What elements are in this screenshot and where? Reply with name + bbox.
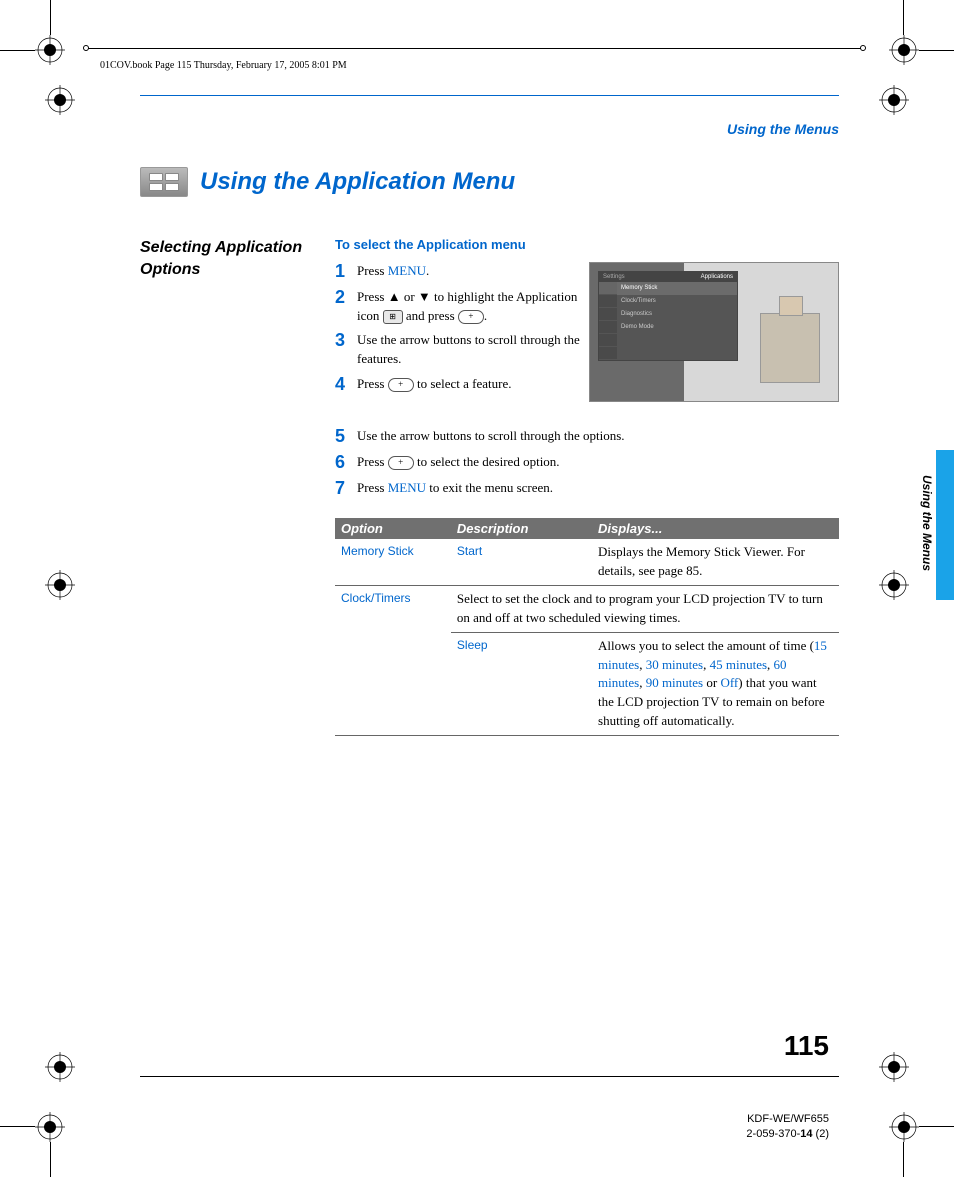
menu-item: Diagnostics: [617, 308, 737, 321]
steps-list: 1 Press MENU. 2Press ▲ or ▼ to highlight t…: [335, 262, 581, 402]
registration-mark-icon: [879, 1052, 909, 1082]
registration-mark-icon: [889, 35, 919, 65]
step-number: 4: [335, 375, 349, 395]
crop-mark: [0, 1126, 35, 1127]
step-text: Press MENU to exit the menu screen.: [357, 479, 839, 499]
background-building: [760, 313, 820, 383]
menu-items: Memory StickClock/TimersDiagnosticsDemo …: [617, 282, 737, 360]
option-cell: Memory Stick: [335, 539, 451, 585]
description-cell: Select to set the clock and to program y…: [451, 586, 839, 633]
menu-item: Demo Mode: [617, 321, 737, 334]
step-text: Press to select the desired option.: [357, 453, 839, 473]
select-button-icon: [388, 456, 414, 470]
step: 1 Press MENU.: [335, 262, 581, 282]
crop-mark: [50, 1142, 51, 1177]
registration-mark-icon: [45, 1052, 75, 1082]
step-text: Press ▲ or ▼ to highlight the Applicatio…: [357, 288, 581, 326]
step-number: 7: [335, 479, 349, 499]
description-cell: Start: [451, 539, 592, 585]
options-table: Option Description Displays... Memory St…: [335, 518, 839, 736]
crop-mark: [903, 0, 904, 35]
header-rule-cap: [83, 45, 89, 51]
step-number: 3: [335, 331, 349, 369]
menu-item: Memory Stick: [617, 282, 737, 295]
col-description: Description: [451, 518, 592, 539]
menu-item: Clock/Timers: [617, 295, 737, 308]
menu-tab-left: Settings: [603, 274, 625, 280]
option-cell: Clock/Timers: [335, 586, 451, 633]
thumb-tab: [936, 450, 954, 600]
step: 2Press ▲ or ▼ to highlight the Applicati…: [335, 288, 581, 326]
subheading: To select the Application menu: [335, 237, 839, 252]
thumb-tab-label: Using the Menus: [920, 475, 934, 571]
step: 6 Press to select the desired option.: [335, 453, 839, 473]
step-number: 5: [335, 427, 349, 447]
col-displays: Displays...: [592, 518, 839, 539]
header-rule: [85, 48, 864, 49]
running-header: Using the Menus: [140, 121, 839, 137]
page-title: Using the Application Menu: [200, 168, 515, 196]
registration-mark-icon: [35, 1112, 65, 1142]
step-text: Press to select a feature.: [357, 375, 581, 395]
page-number: 115: [784, 1030, 829, 1062]
footer: KDF-WE/WF655 2-059-370-14 (2): [746, 1112, 829, 1142]
step-number: 2: [335, 288, 349, 326]
menu-tab-right: Applications: [701, 274, 733, 280]
application-menu-icon: [140, 167, 188, 197]
step-number: 6: [335, 453, 349, 473]
steps-list-wide: 5 Use the arrow buttons to scroll through…: [335, 427, 839, 498]
registration-mark-icon: [879, 570, 909, 600]
top-rule: [140, 95, 839, 96]
section-heading: Selecting Application Options: [140, 237, 315, 280]
registration-mark-icon: [35, 35, 65, 65]
option-cell: [335, 632, 451, 735]
select-button-icon: [458, 310, 484, 324]
registration-mark-icon: [889, 1112, 919, 1142]
registration-mark-icon: [879, 85, 909, 115]
page-source-header: 01COV.book Page 115 Thursday, February 1…: [100, 60, 347, 71]
footer-model: KDF-WE/WF655: [746, 1112, 829, 1127]
step: 3Use the arrow buttons to scroll through…: [335, 331, 581, 369]
crop-mark: [919, 50, 954, 51]
step-number: 1: [335, 262, 349, 282]
registration-mark-icon: [45, 85, 75, 115]
col-option: Option: [335, 518, 451, 539]
bottom-rule: [140, 1076, 839, 1077]
step-text: Use the arrow buttons to scroll through …: [357, 427, 839, 447]
crop-mark: [919, 1126, 954, 1127]
displays-cell: Allows you to select the amount of time …: [592, 632, 839, 735]
footer-partnum: 2-059-370-14 (2): [746, 1127, 829, 1142]
description-cell: Sleep: [451, 632, 592, 735]
step-text: Press MENU.: [357, 262, 581, 282]
menu-icon-column: [599, 282, 617, 360]
select-button-icon: [388, 378, 414, 392]
crop-mark: [903, 1142, 904, 1177]
crop-mark: [0, 50, 35, 51]
header-rule-cap: [860, 45, 866, 51]
registration-mark-icon: [45, 570, 75, 600]
displays-cell: Displays the Memory Stick Viewer. For de…: [592, 539, 839, 585]
step-text: Use the arrow buttons to scroll through …: [357, 331, 581, 369]
step: 5 Use the arrow buttons to scroll through…: [335, 427, 839, 447]
crop-mark: [50, 0, 51, 35]
application-icon: ⊞: [383, 310, 403, 324]
menu-screenshot: Settings Applications Memory StickClock/T…: [589, 262, 839, 402]
step: 7 Press MENU to exit the menu screen.: [335, 479, 839, 499]
step: 4 Press to select a feature.: [335, 375, 581, 395]
